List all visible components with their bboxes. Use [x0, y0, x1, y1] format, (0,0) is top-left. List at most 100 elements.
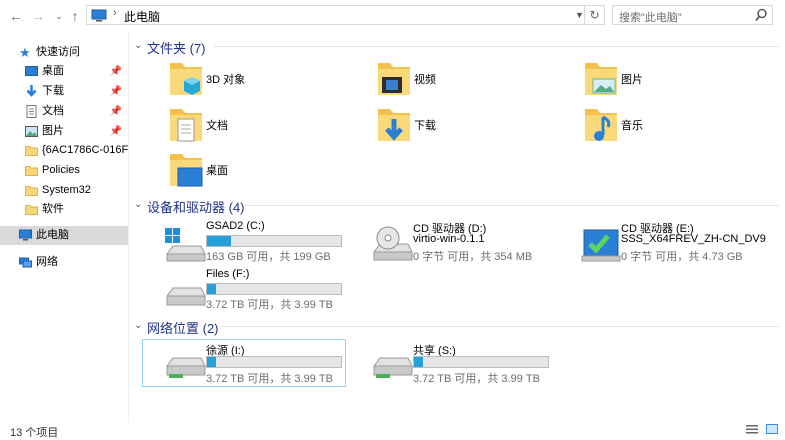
download-arrow-icon	[26, 85, 37, 97]
drive-volume-label: virtio-win-0.1.1	[413, 233, 485, 245]
nav-label: 文档	[42, 105, 64, 117]
nav-item-system32[interactable]: System32	[0, 181, 128, 200]
drive-d[interactable]: CD 驱动器 (D:) virtio-win-0.1.1 0 字节 可用，共 3…	[370, 220, 570, 268]
star-icon: ★	[19, 45, 31, 60]
drive-f[interactable]: Files (F:) 3.72 TB 可用，共 3.99 TB	[163, 268, 353, 316]
pane-divider[interactable]	[128, 32, 129, 422]
large-icons-view-icon[interactable]	[766, 424, 778, 434]
search-icon	[755, 8, 767, 21]
network-drive-icon	[166, 357, 206, 378]
folder-icon	[25, 146, 38, 156]
folder-downloads[interactable]: 下载	[374, 103, 574, 159]
section-header-network[interactable]: ⌄ 网络位置 (2)	[134, 318, 779, 336]
folder-desktop[interactable]: 桌面	[166, 148, 366, 204]
drive-space-info: 163 GB 可用，共 199 GB	[206, 251, 331, 263]
nav-label: 下载	[42, 85, 64, 97]
pin-icon: 📌	[109, 106, 122, 117]
folder-icon	[25, 205, 38, 215]
folder-music[interactable]: 音乐	[581, 103, 781, 159]
address-toolbar: ← → ⌄ ↑ › 此电脑 ▼ ↻ 搜索"此电脑"	[0, 0, 785, 32]
pictures-folder-icon	[585, 63, 617, 95]
chevron-down-icon: ⌄	[134, 199, 143, 210]
picture-icon	[25, 126, 38, 137]
network-drive-s[interactable]: 共享 (S:) 3.72 TB 可用，共 3.99 TB	[370, 340, 560, 388]
search-input[interactable]: 搜索"此电脑"	[612, 5, 773, 25]
cd-drive-icon	[373, 226, 413, 261]
section-header-drives[interactable]: ⌄ 设备和驱动器 (4)	[134, 197, 779, 215]
address-dropdown-icon[interactable]: ▼	[575, 6, 585, 24]
details-view-icon[interactable]	[746, 424, 758, 434]
pin-icon: 📌	[109, 126, 122, 137]
nav-item-desktop[interactable]: 桌面 📌	[0, 62, 128, 81]
drive-name: Files (F:)	[206, 268, 250, 280]
computer-icon	[19, 229, 32, 241]
documents-folder-icon	[170, 109, 202, 142]
search-placeholder: 搜索"此电脑"	[619, 12, 682, 24]
drive-usage-bar	[413, 356, 549, 368]
desktop-folder-icon	[170, 154, 203, 187]
nav-item-this-pc[interactable]: 此电脑	[0, 226, 128, 245]
nav-label: 快速访问	[36, 46, 80, 58]
drive-usage-bar	[206, 283, 342, 295]
folder-icon	[25, 166, 38, 176]
address-bar[interactable]: › 此电脑 ▼	[86, 5, 585, 25]
chevron-down-icon: ⌄	[134, 40, 143, 51]
navigation-pane: ★ 快速访问 桌面 📌 下载 📌 文档 📌 图片 📌 {6AC1786C-016…	[0, 32, 128, 422]
section-title: 网络位置 (2)	[147, 321, 219, 336]
3d-objects-folder-icon	[170, 63, 202, 95]
dvd-installer-icon	[581, 229, 621, 262]
nav-item-software[interactable]: 软件	[0, 200, 128, 219]
nav-label: 图片	[42, 125, 64, 137]
drive-space-info: 0 字节 可用，共 4.73 GB	[621, 251, 743, 263]
drive-c[interactable]: GSAD2 (C:) 163 GB 可用，共 199 GB	[163, 220, 353, 268]
desktop-icon	[25, 66, 38, 76]
folder-label: 图片	[621, 74, 643, 86]
nav-item-policies[interactable]: Policies	[0, 161, 128, 180]
nav-item-network[interactable]: 网络	[0, 253, 128, 272]
drive-space-info: 3.72 TB 可用，共 3.99 TB	[206, 373, 333, 385]
breadcrumb-this-pc[interactable]: 此电脑	[124, 8, 160, 25]
videos-folder-icon	[378, 63, 410, 95]
nav-label: {6AC1786C-016F-	[42, 144, 128, 156]
nav-label: Policies	[42, 164, 80, 176]
nav-quick-access[interactable]: ★ 快速访问	[0, 43, 128, 62]
recent-locations-chevron-icon[interactable]: ⌄	[51, 7, 67, 25]
nav-item-documents[interactable]: 文档 📌	[0, 102, 128, 121]
section-header-folders[interactable]: ⌄ 文件夹 (7)	[134, 38, 779, 56]
folder-label: 3D 对象	[206, 74, 246, 86]
folder-label: 视频	[414, 74, 436, 86]
breadcrumb-separator-icon: ›	[113, 7, 117, 19]
chevron-down-icon: ⌄	[134, 320, 143, 331]
divider	[220, 326, 779, 327]
network-drive-i[interactable]: 徐源 (I:) 3.72 TB 可用，共 3.99 TB	[142, 339, 346, 387]
pin-icon: 📌	[109, 86, 122, 97]
nav-label: 网络	[36, 256, 58, 268]
nav-label: 软件	[42, 203, 64, 215]
drive-usage-bar	[206, 356, 342, 368]
nav-item-pictures[interactable]: 图片 📌	[0, 122, 128, 141]
windows-drive-icon	[165, 228, 206, 262]
folder-label: 音乐	[621, 120, 643, 132]
computer-icon	[91, 9, 107, 22]
back-arrow-icon[interactable]: ←	[8, 7, 24, 25]
music-folder-icon	[585, 109, 617, 141]
refresh-button[interactable]: ↻	[585, 5, 605, 25]
nav-item-downloads[interactable]: 下载 📌	[0, 82, 128, 101]
nav-label: 桌面	[42, 65, 64, 77]
nav-item-guid-folder[interactable]: {6AC1786C-016F-	[0, 141, 128, 160]
folder-label: 文档	[206, 120, 228, 132]
section-title: 文件夹 (7)	[147, 41, 206, 56]
nav-label: System32	[42, 184, 91, 196]
pin-icon: 📌	[109, 66, 122, 77]
folder-label: 下载	[414, 120, 436, 132]
hard-drive-icon	[166, 287, 206, 306]
drive-name: GSAD2 (C:)	[206, 220, 265, 232]
drive-space-info: 3.72 TB 可用，共 3.99 TB	[206, 299, 333, 311]
drive-space-info: 3.72 TB 可用，共 3.99 TB	[413, 373, 540, 385]
up-arrow-icon[interactable]: ↑	[67, 7, 83, 25]
drive-e[interactable]: CD 驱动器 (E:) SSS_X64FREV_ZH-CN_DV9 0 字节 可…	[578, 220, 778, 268]
folder-icon	[25, 186, 38, 196]
forward-arrow-icon[interactable]: →	[30, 7, 46, 25]
status-item-count: 13 个项目	[10, 427, 59, 439]
divider	[244, 205, 779, 206]
